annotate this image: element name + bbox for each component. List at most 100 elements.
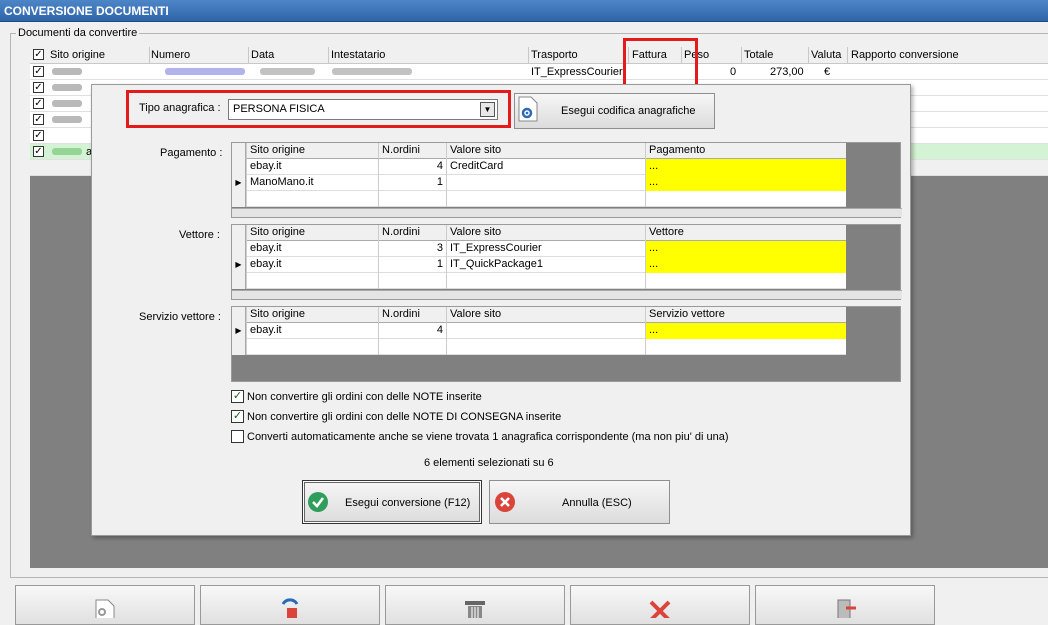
annulla-button[interactable]: Annulla (ESC) <box>489 480 670 524</box>
row-checkbox[interactable]: ✓ <box>33 98 44 109</box>
col-intestatario[interactable]: Intestatario <box>331 49 385 61</box>
row-trasporto: IT_ExpressCourier <box>531 66 623 78</box>
pagamento-grid[interactable]: Sito origine N.ordini Valore sito Pagame… <box>231 142 902 218</box>
cell-valore: IT_ExpressCourier <box>446 241 645 257</box>
col-pagamento: Pagamento <box>645 143 846 159</box>
col-n-ordini: N.ordini <box>378 307 446 323</box>
tipo-anagrafica-select[interactable]: PERSONA FISICA ▼ <box>228 99 498 120</box>
toolbar-button-documents[interactable] <box>15 585 195 625</box>
convert-arrows-icon <box>281 598 299 618</box>
cell-valore <box>446 323 645 339</box>
row-checkbox[interactable]: ✓ <box>33 82 44 93</box>
table-row[interactable]: ✓ IT_ExpressCourier 0 273,00 € <box>30 64 1048 80</box>
col-rapporto-conversione[interactable]: Rapporto conversione <box>851 49 959 61</box>
option-note-consegna-label: Non convertire gli ordini con delle NOTE… <box>247 411 562 423</box>
cell-valore: IT_QuickPackage1 <box>446 257 645 273</box>
table-row[interactable]: ▶ ebay.it 1 IT_QuickPackage1 ... <box>232 257 846 273</box>
option-converti-auto-label: Converti automaticamente anche se viene … <box>247 431 729 443</box>
option-note-label: Non convertire gli ordini con delle NOTE… <box>247 391 482 403</box>
cell-vettore-picker[interactable]: ... <box>645 257 846 273</box>
cell-n-ordini: 3 <box>378 241 446 257</box>
col-valore-sito: Valore sito <box>446 143 645 159</box>
cell-n-ordini: 1 <box>378 257 446 273</box>
exit-door-icon <box>837 599 856 618</box>
row-peso: 0 <box>730 66 737 78</box>
cell-sito: ebay.it <box>246 241 378 257</box>
check-circle-icon <box>308 492 328 512</box>
table-row-empty <box>232 191 846 207</box>
cell-valore <box>446 175 645 191</box>
col-valuta[interactable]: Valuta <box>811 49 841 61</box>
table-row[interactable]: ebay.it 3 IT_ExpressCourier ... <box>232 241 846 257</box>
cell-n-ordini: 4 <box>378 159 446 175</box>
col-vettore: Vettore <box>645 225 846 241</box>
toolbar-button-exit[interactable] <box>755 585 935 625</box>
col-valore-sito: Valore sito <box>446 225 645 241</box>
row-pointer-icon: ▶ <box>232 175 246 191</box>
col-trasporto[interactable]: Trasporto <box>531 49 578 61</box>
toolbar-button-convert[interactable] <box>200 585 380 625</box>
row-checkbox[interactable]: ✓ <box>33 146 44 157</box>
window-title: CONVERSIONE DOCUMENTI <box>0 0 1048 22</box>
col-valore-sito: Valore sito <box>446 307 645 323</box>
row-pointer-icon: ▶ <box>232 323 246 339</box>
close-icon <box>649 600 671 618</box>
esegui-codifica-label: Esegui codifica anagrafiche <box>561 105 696 117</box>
cell-pagamento-picker[interactable]: ... <box>645 175 846 191</box>
cell-pagamento-picker[interactable]: ... <box>645 159 846 175</box>
document-gear-icon <box>95 599 115 618</box>
toolbar-button-cancel[interactable] <box>570 585 750 625</box>
option-note-consegna-checkbox[interactable]: ✓ <box>231 410 244 423</box>
col-sito-origine: Sito origine <box>246 143 378 159</box>
row-checkbox[interactable]: ✓ <box>33 66 44 77</box>
esegui-conversione-button[interactable]: Esegui conversione (F12) <box>302 480 482 524</box>
cell-sito: ManoMano.it <box>246 175 378 191</box>
pagamento-label: Pagamento : <box>160 147 223 159</box>
gear-document-icon <box>518 96 538 122</box>
cell-servizio-picker[interactable]: ... <box>645 323 846 339</box>
trash-icon <box>465 601 485 618</box>
cell-n-ordini: 1 <box>378 175 446 191</box>
chevron-down-icon[interactable]: ▼ <box>480 102 495 117</box>
esegui-conversione-label: Esegui conversione (F12) <box>345 497 471 509</box>
cancel-circle-icon <box>495 492 515 512</box>
esegui-codifica-button[interactable]: Esegui codifica anagrafiche <box>514 93 715 129</box>
col-n-ordini: N.ordini <box>378 143 446 159</box>
servizio-vettore-grid[interactable]: Sito origine N.ordini Valore sito Serviz… <box>231 306 901 382</box>
col-numero[interactable]: Numero <box>151 49 190 61</box>
vettore-label: Vettore : <box>179 229 220 241</box>
vettore-grid[interactable]: Sito origine N.ordini Valore sito Vettor… <box>231 224 902 300</box>
row-pointer-icon: ▶ <box>232 257 246 273</box>
option-converti-auto-checkbox[interactable] <box>231 430 244 443</box>
col-sito-origine[interactable]: Sito origine <box>50 49 105 61</box>
documents-grid-header: ✓ Sito origine Numero Data Intestatario … <box>30 47 1048 64</box>
row-checkbox[interactable]: ✓ <box>33 114 44 125</box>
group-label: Documenti da convertire <box>16 27 140 39</box>
col-totale[interactable]: Totale <box>744 49 773 61</box>
row-checkbox[interactable]: ✓ <box>33 130 44 141</box>
row-valuta: € <box>824 66 831 78</box>
table-row[interactable]: ebay.it 4 CreditCard ... <box>232 159 846 175</box>
table-row[interactable]: ▶ ebay.it 4 ... <box>232 323 846 339</box>
col-sito-origine: Sito origine <box>246 225 378 241</box>
cell-sito: ebay.it <box>246 159 378 175</box>
tipo-anagrafica-value: PERSONA FISICA <box>233 103 325 115</box>
select-all-checkbox[interactable]: ✓ <box>33 49 44 60</box>
tipo-anagrafica-label: Tipo anagrafica : <box>139 102 221 114</box>
table-row[interactable]: ▶ ManoMano.it 1 ... <box>232 175 846 191</box>
annulla-label: Annulla (ESC) <box>562 497 632 509</box>
col-data[interactable]: Data <box>251 49 274 61</box>
cell-valore: CreditCard <box>446 159 645 175</box>
table-row-empty <box>232 273 846 289</box>
cell-vettore-picker[interactable]: ... <box>645 241 846 257</box>
table-row-empty <box>232 339 846 355</box>
col-sito-origine: Sito origine <box>246 307 378 323</box>
col-n-ordini: N.ordini <box>378 225 446 241</box>
cell-sito: ebay.it <box>246 257 378 273</box>
cell-n-ordini: 4 <box>378 323 446 339</box>
selection-count: 6 elementi selezionati su 6 <box>424 457 554 469</box>
horizontal-scrollbar[interactable] <box>232 208 902 217</box>
option-note-checkbox[interactable]: ✓ <box>231 390 244 403</box>
toolbar-button-delete[interactable] <box>385 585 565 625</box>
horizontal-scrollbar[interactable] <box>232 290 902 299</box>
